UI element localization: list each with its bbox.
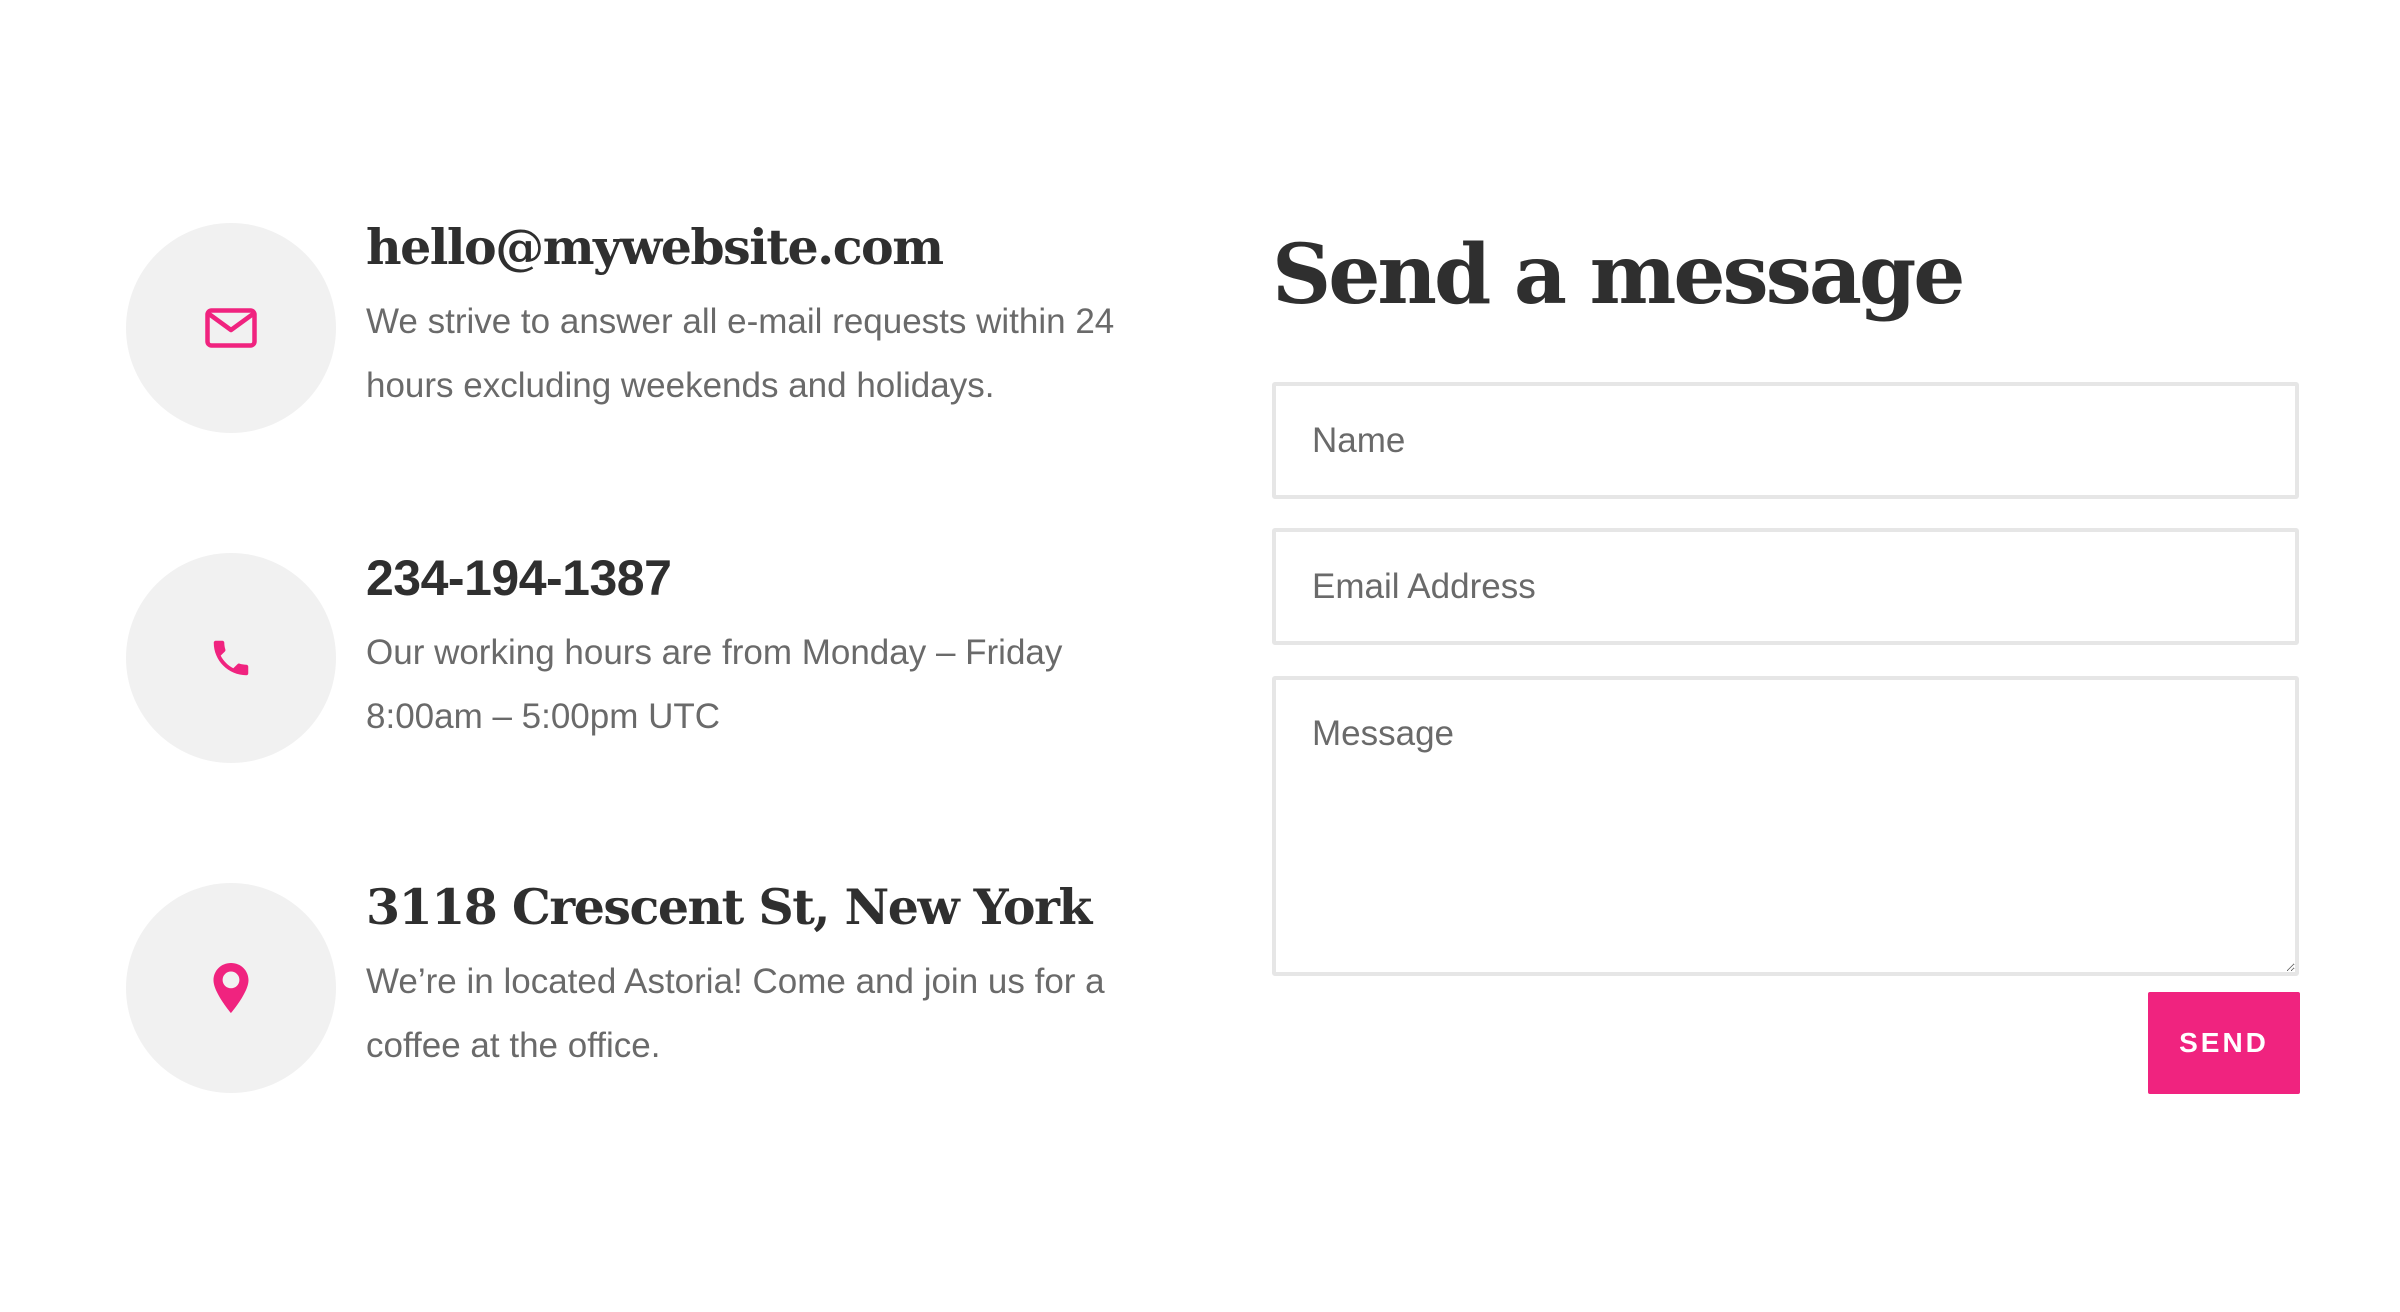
email-input[interactable] [1272, 528, 2299, 645]
email-address[interactable]: hello@mywebsite.com [366, 223, 1136, 272]
mail-icon-badge [126, 223, 336, 433]
email-description: We strive to answer all e-mail requests … [366, 302, 1115, 405]
phone-icon [213, 640, 249, 676]
contact-item-text: 234-194-1387 Our working hours are from … [366, 553, 1136, 749]
contact-item-phone: 234-194-1387 Our working hours are from … [126, 553, 1126, 763]
contact-item-text: hello@mywebsite.com We strive to answer … [366, 223, 1136, 418]
contact-item-text: 3118 Crescent St, New York We’re in loca… [366, 883, 1136, 1078]
location-icon-badge [126, 883, 336, 1093]
contact-info-list: hello@mywebsite.com We strive to answer … [126, 223, 1126, 1093]
phone-description: Our working hours are from Monday – Frid… [366, 633, 1063, 736]
contact-section: hello@mywebsite.com We strive to answer … [0, 0, 2400, 1312]
mail-icon [205, 308, 257, 348]
street-address: 3118 Crescent St, New York [366, 878, 1092, 936]
phone-number[interactable]: 234-194-1387 [366, 553, 1136, 603]
message-textarea[interactable] [1272, 676, 2299, 976]
form-title: Send a message [1272, 227, 1965, 323]
contact-item-address: 3118 Crescent St, New York We’re in loca… [126, 883, 1126, 1093]
location-pin-icon [213, 963, 249, 1013]
contact-form: Send a message SEND [1272, 222, 2300, 1094]
contact-item-email: hello@mywebsite.com We strive to answer … [126, 223, 1126, 433]
name-input[interactable] [1272, 382, 2299, 499]
address-description: We’re in located Astoria! Come and join … [366, 962, 1105, 1065]
phone-icon-badge [126, 553, 336, 763]
send-button[interactable]: SEND [2148, 992, 2300, 1094]
